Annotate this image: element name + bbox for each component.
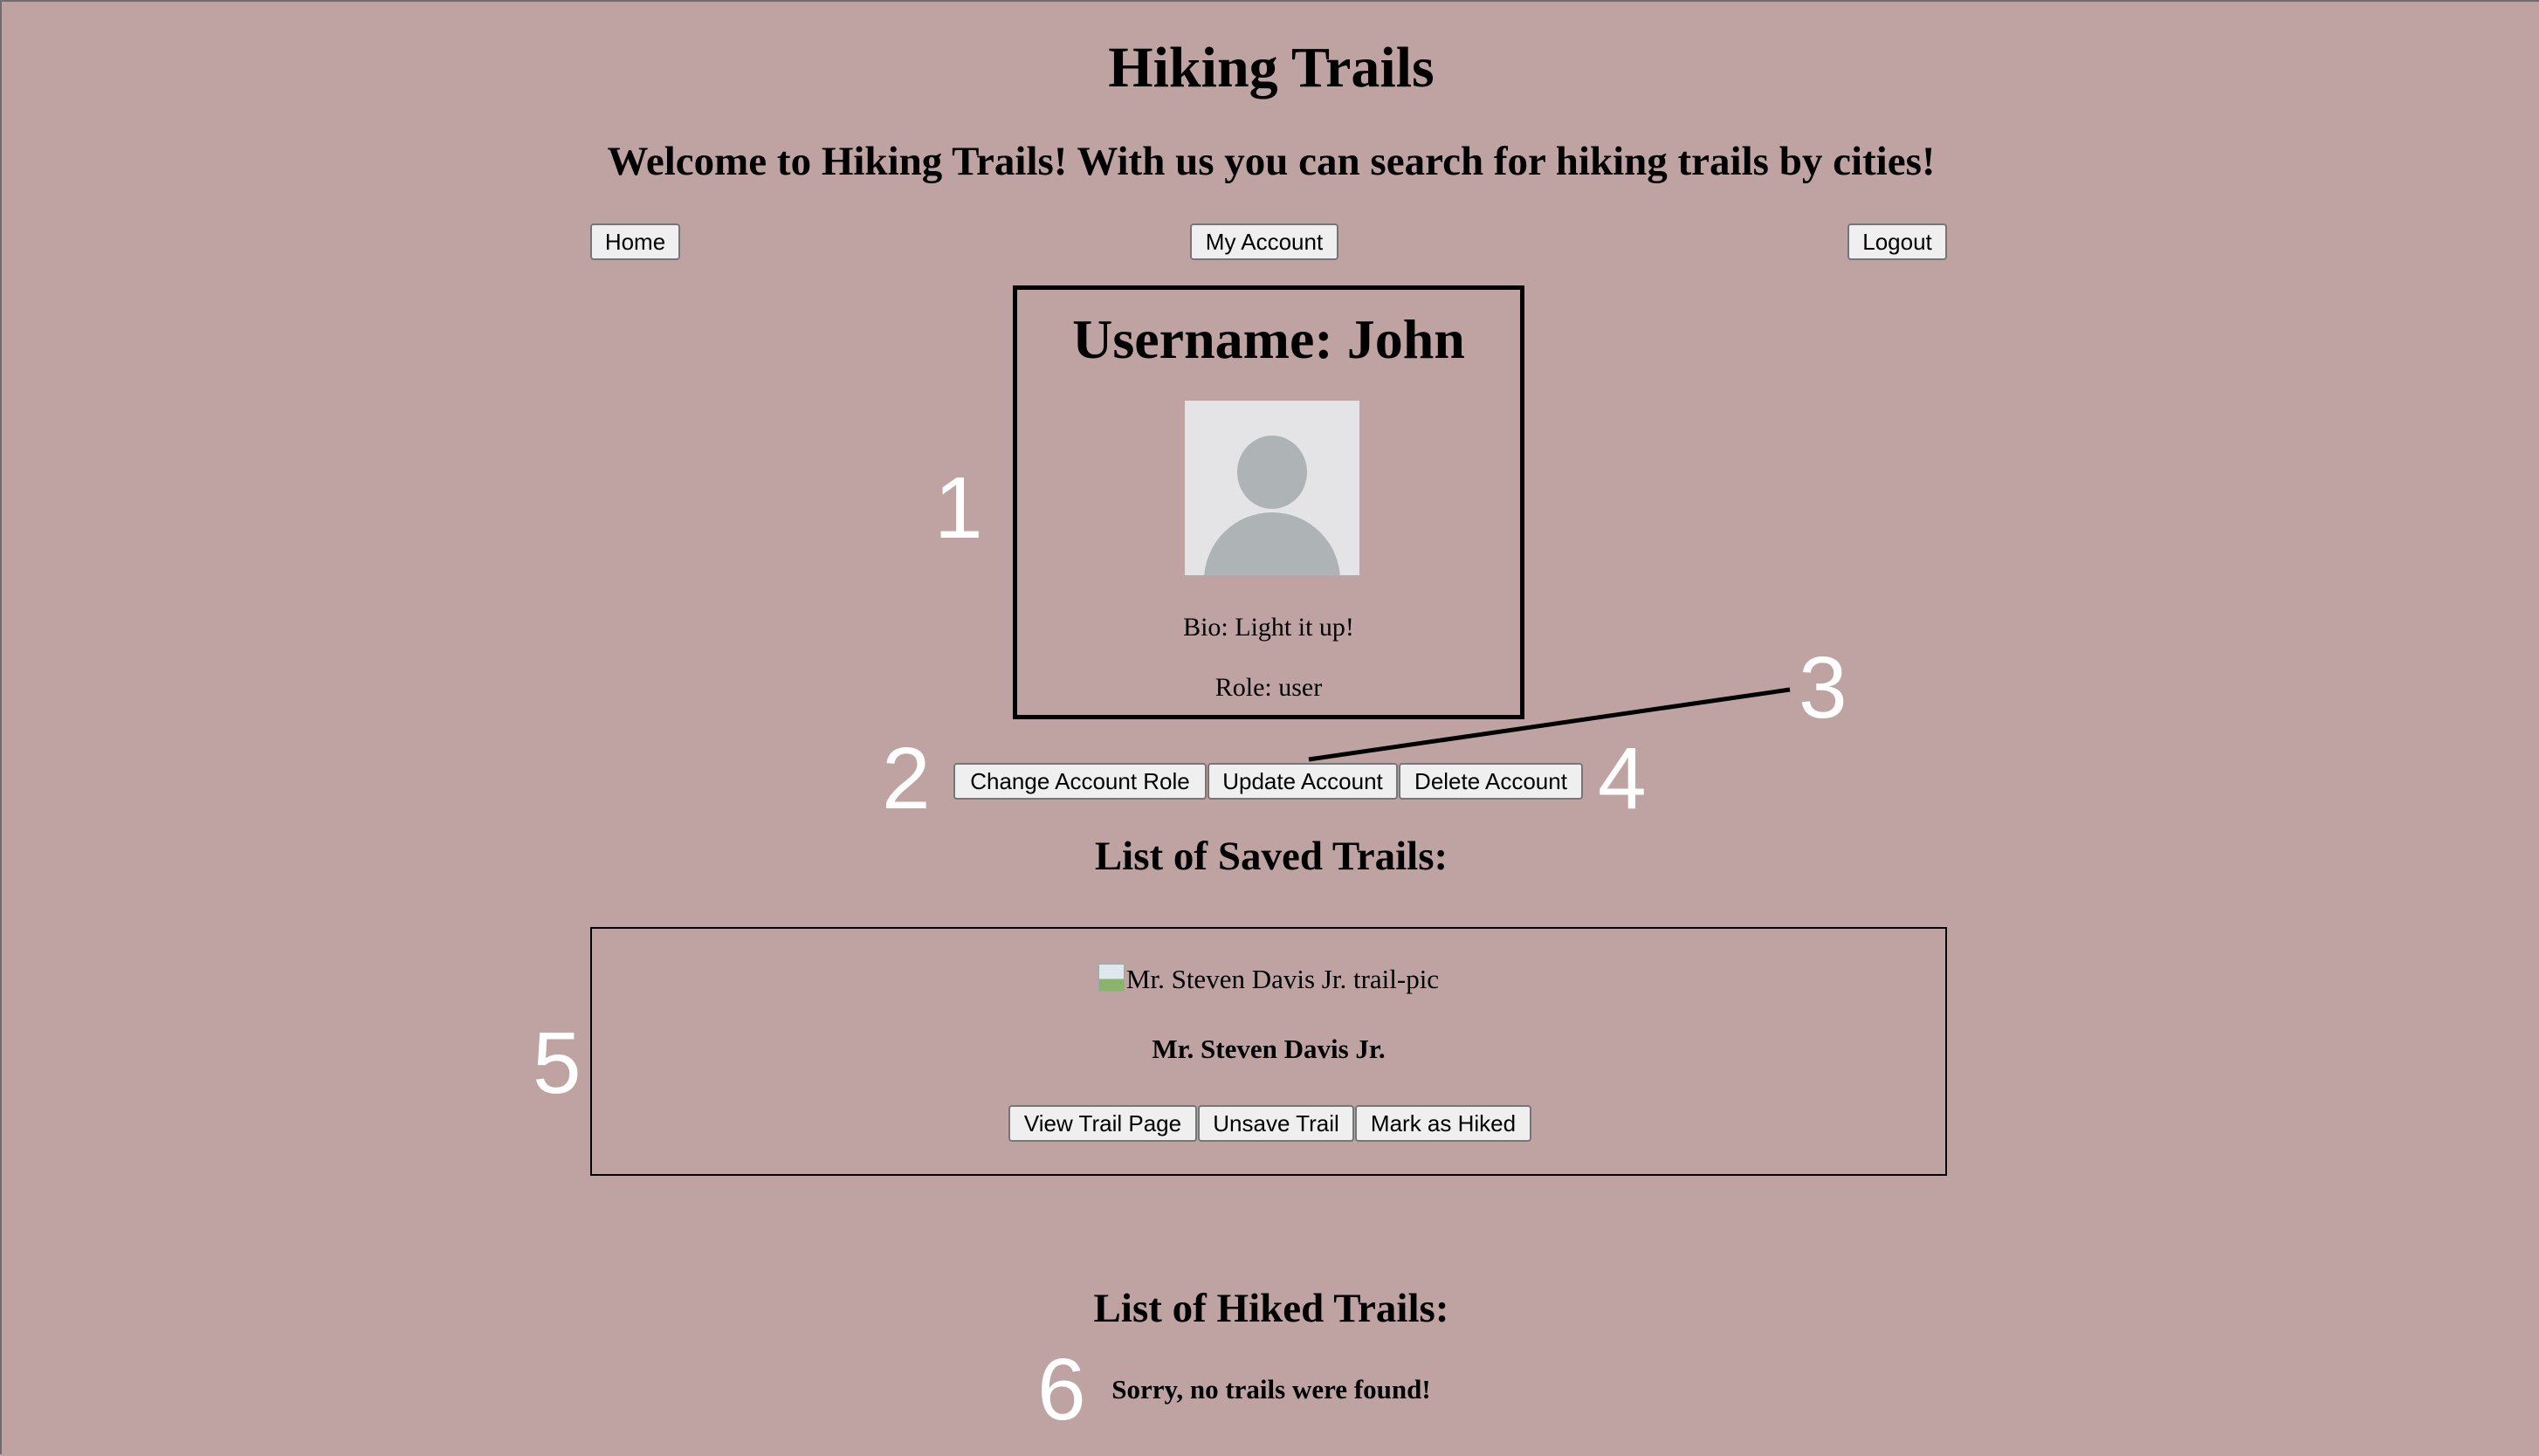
change-account-role-button[interactable]: Change Account Role: [953, 763, 1207, 800]
trail-name: Mr. Steven Davis Jr.: [1152, 1034, 1386, 1064]
annotation-1: 1: [934, 459, 983, 557]
trail-image-alt: Mr. Steven Davis Jr. trail-pic: [1125, 964, 1440, 994]
unsave-trail-button[interactable]: Unsave Trail: [1198, 1105, 1354, 1142]
saved-trail-card: Mr. Steven Davis Jr. trail-pic Mr. Steve…: [590, 927, 1947, 1176]
hiked-trails-heading: List of Hiked Trails:: [1093, 1286, 1449, 1331]
update-account-button[interactable]: Update Account: [1208, 763, 1398, 800]
broken-image-icon: [1097, 964, 1125, 992]
annotation-3-pointer: [1308, 687, 1791, 762]
annotation-pointer-line: [1308, 687, 1791, 762]
annotation-4: 4: [1598, 730, 1647, 828]
trail-image: Mr. Steven Davis Jr. trail-pic: [592, 964, 1945, 995]
mark-as-hiked-button[interactable]: Mark as Hiked: [1355, 1105, 1531, 1142]
view-trail-page-button[interactable]: View Trail Page: [1008, 1105, 1197, 1142]
annotation-3: 3: [1799, 639, 1847, 737]
saved-trails-heading: List of Saved Trails:: [1094, 834, 1448, 879]
no-trails-message: Sorry, no trails were found!: [1111, 1374, 1431, 1404]
delete-account-button[interactable]: Delete Account: [1399, 763, 1583, 800]
annotation-2: 2: [882, 730, 931, 828]
annotation-6: 6: [1037, 1341, 1086, 1439]
annotation-5: 5: [533, 1014, 581, 1112]
